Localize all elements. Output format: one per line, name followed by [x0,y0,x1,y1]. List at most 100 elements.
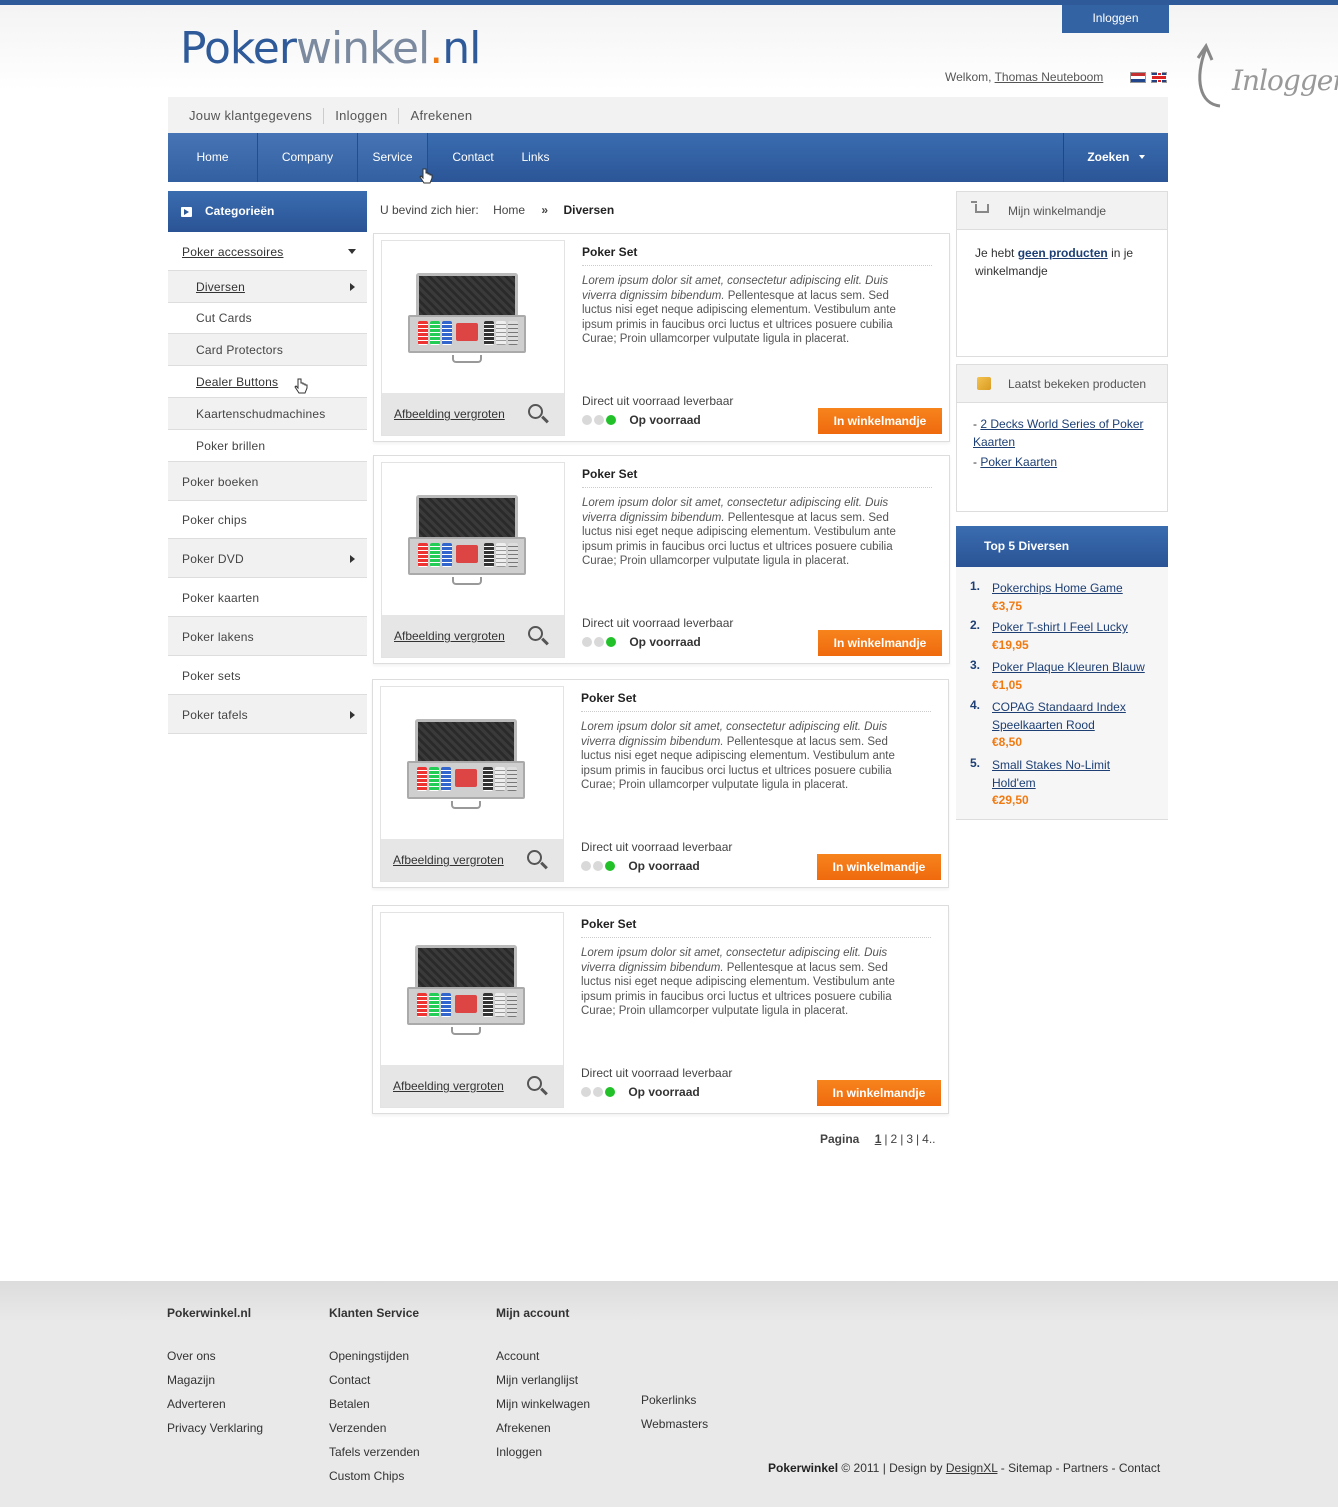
category-card-protectors[interactable]: Card Protectors [168,334,367,366]
footer-link-adverteren[interactable]: Adverteren [167,1392,263,1416]
category-poker-tafels[interactable]: Poker tafels [168,695,367,734]
top5-rank: 5. [970,756,981,770]
footer-link-over-ons[interactable]: Over ons [167,1344,263,1368]
footer-link-betalen[interactable]: Betalen [329,1392,420,1416]
top5-product-link[interactable]: Poker T-shirt I Feel Lucky [992,618,1167,636]
nav-item-home[interactable]: Home [168,133,258,182]
category-poker-boeken[interactable]: Poker boeken [168,462,367,501]
image-caption[interactable]: Afbeelding vergroten [381,1065,563,1107]
nav-item-contact[interactable]: Contact [438,133,508,182]
top5-rank: 2. [970,618,981,632]
category-poker-accessoires[interactable]: Poker accessoires [168,232,367,271]
magnifier-icon[interactable] [528,404,543,419]
top5-product-link[interactable]: Poker Plaque Kleuren Blauw [992,658,1167,676]
enlarge-image-link[interactable]: Afbeelding vergroten [393,1079,504,1093]
footer-link-contact[interactable]: Contact [329,1368,420,1392]
footer-link-webmasters[interactable]: Webmasters [641,1412,708,1436]
enlarge-image-link[interactable]: Afbeelding vergroten [394,629,505,643]
magnifier-icon[interactable] [527,850,542,865]
footer-link-tafels-verzenden[interactable]: Tafels verzenden [329,1440,420,1464]
category-poker-kaarten[interactable]: Poker kaarten [168,578,367,617]
product-title[interactable]: Poker Set [581,691,636,705]
add-to-cart-button[interactable]: In winkelmandje [817,1080,941,1106]
site-logo[interactable]: Pokerwinkel.nl [180,22,481,76]
footer-link-openingstijden[interactable]: Openingstijden [329,1344,420,1368]
image-caption[interactable]: Afbeelding vergroten [381,839,563,881]
cart-empty-link[interactable]: geen producten [1018,246,1108,260]
title-divider [582,265,932,266]
poker-set-image [407,945,525,1037]
copyright-links[interactable]: - Sitemap - Partners - Contact [1001,1461,1160,1475]
magnifier-icon[interactable] [527,1076,542,1091]
footer-link-account[interactable]: Account [496,1344,590,1368]
recent-product-link[interactable]: 2 Decks World Series of Poker Kaarten [973,417,1144,449]
list-item: - Poker Kaarten [973,455,1058,469]
product-title[interactable]: Poker Set [582,467,637,481]
footer-link-custom-chips[interactable]: Custom Chips [329,1464,420,1488]
page-link-1[interactable]: 1 [875,1132,882,1146]
enlarge-image-link[interactable]: Afbeelding vergroten [393,853,504,867]
add-to-cart-button[interactable]: In winkelmandje [818,408,942,434]
product-title[interactable]: Poker Set [582,245,637,259]
page-link-3[interactable]: 3 [906,1132,913,1146]
category-label: Poker boeken [182,475,259,489]
product-card: Afbeelding vergroten Poker Set Lorem ips… [372,679,949,888]
case-handle [451,1027,481,1035]
search-dropdown-button[interactable]: Zoeken [1063,133,1168,182]
nav-item-company[interactable]: Company [258,133,358,182]
stock-dot-icon [581,1087,591,1097]
submenu-item-klantgegevens[interactable]: Jouw klantgegevens [168,108,323,124]
category-poker-lakens[interactable]: Poker lakens [168,617,367,656]
nav-item-links[interactable]: Links [508,133,563,182]
footer-link-verzenden[interactable]: Verzenden [329,1416,420,1440]
add-to-cart-button[interactable]: In winkelmandje [817,854,941,880]
nav-item-service[interactable]: Service [358,133,428,182]
category-label: Poker kaarten [182,591,260,605]
category-poker-sets[interactable]: Poker sets [168,656,367,695]
footer-link-winkelwagen[interactable]: Mijn winkelwagen [496,1392,590,1416]
dutch-flag-icon[interactable] [1130,72,1146,83]
top5-product-link[interactable]: COPAG Standaard Index Speelkaarten Rood [992,698,1152,734]
image-caption[interactable]: Afbeelding vergroten [382,393,564,435]
welcome-user-link[interactable]: Thomas Neuteboom [995,70,1104,84]
category-diversen[interactable]: Diversen [168,271,367,303]
footer-link-privacy[interactable]: Privacy Verklaring [167,1416,263,1440]
chip-stack [483,767,493,791]
product-image-box[interactable]: Afbeelding vergroten [381,462,565,658]
recent-product-link[interactable]: Poker Kaarten [980,455,1057,469]
category-poker-chips[interactable]: Poker chips [168,501,367,539]
footer-link-afrekenen[interactable]: Afrekenen [496,1416,590,1440]
product-image-box[interactable]: Afbeelding vergroten [380,912,564,1108]
footer-link-inloggen[interactable]: Inloggen [496,1440,590,1464]
chip-stack [418,321,428,345]
page-link-4[interactable]: 4.. [922,1132,935,1146]
magnifier-icon[interactable] [528,626,543,641]
product-title[interactable]: Poker Set [581,917,636,931]
footer-link-pokerlinks[interactable]: Pokerlinks [641,1388,708,1412]
english-flag-icon[interactable] [1151,72,1167,83]
page-link-2[interactable]: 2 [891,1132,898,1146]
login-tab-button[interactable]: Inloggen [1062,5,1169,33]
top5-price: €8,50 [992,735,1023,749]
product-image-box[interactable]: Afbeelding vergroten [380,686,564,882]
add-to-cart-button[interactable]: In winkelmandje [818,630,942,656]
submenu-item-afrekenen[interactable]: Afrekenen [398,108,483,124]
breadcrumb-home-link[interactable]: Home [493,203,525,217]
category-cut-cards[interactable]: Cut Cards [168,303,367,334]
top5-product-link[interactable]: Pokerchips Home Game [992,579,1167,597]
category-dealer-buttons[interactable]: Dealer Buttons [168,366,367,398]
footer-link-verlanglijst[interactable]: Mijn verlanglijst [496,1368,590,1392]
side-login-hint[interactable]: Inloggen [1190,40,1338,110]
designer-link[interactable]: DesignXL [946,1461,998,1475]
top5-price: €3,75 [992,599,1023,613]
footer-link-magazijn[interactable]: Magazijn [167,1368,263,1392]
enlarge-image-link[interactable]: Afbeelding vergroten [394,407,505,421]
category-poker-dvd[interactable]: Poker DVD [168,539,367,578]
delivery-status: Direct uit voorraad leverbaar [582,616,734,630]
top5-product-link[interactable]: Small Stakes No-Limit Hold'em [992,756,1132,792]
category-kaartenschudmachines[interactable]: Kaartenschudmachines [168,398,367,430]
category-poker-brillen[interactable]: Poker brillen [168,430,367,462]
image-caption[interactable]: Afbeelding vergroten [382,615,564,657]
submenu-item-inloggen[interactable]: Inloggen [323,108,398,124]
product-image-box[interactable]: Afbeelding vergroten [381,240,565,436]
